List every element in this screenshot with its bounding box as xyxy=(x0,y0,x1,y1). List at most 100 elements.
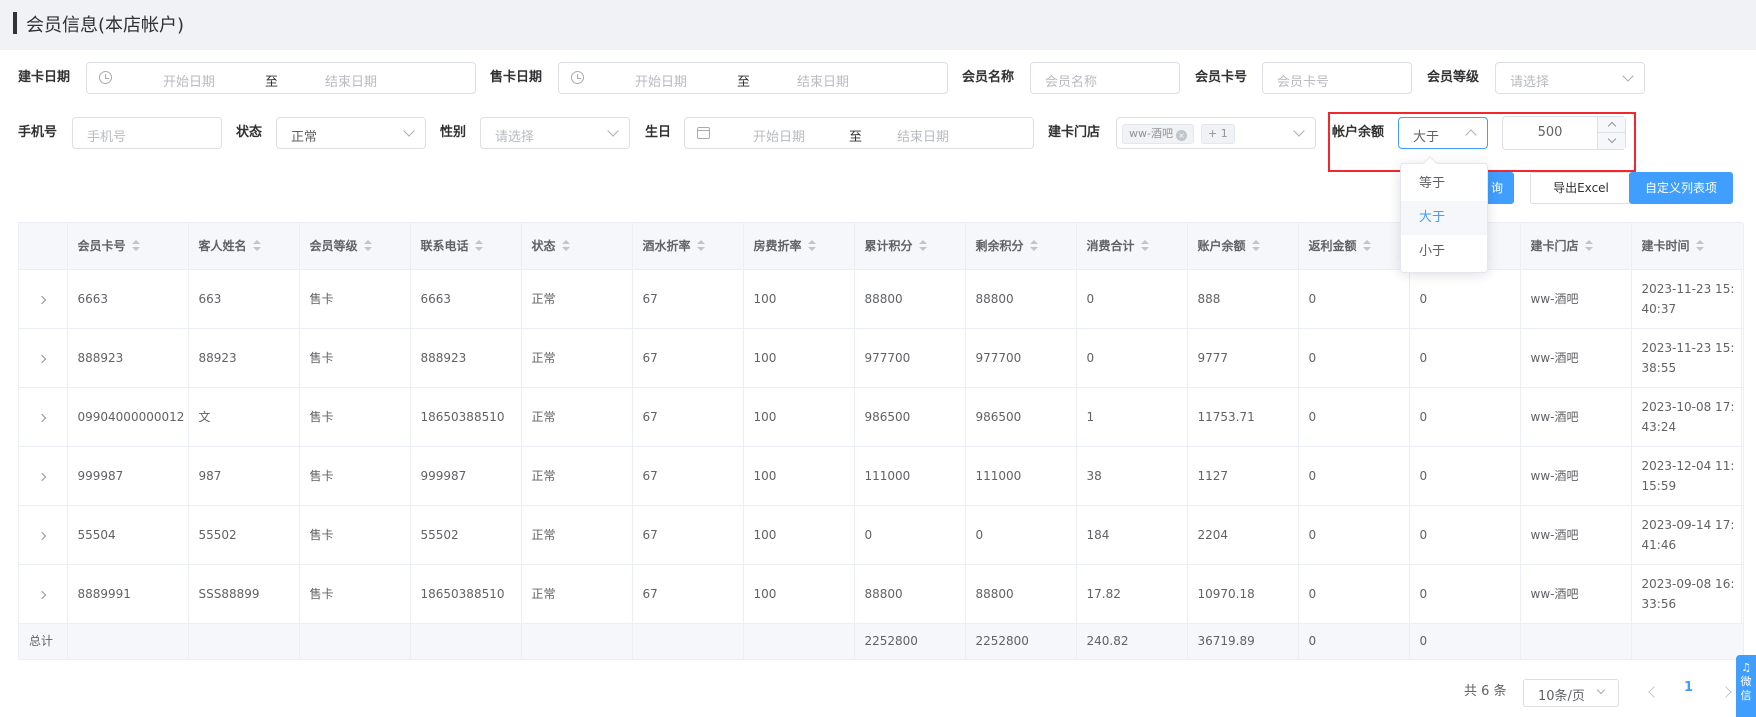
member-level-select[interactable]: 请选择 xyxy=(1495,62,1645,94)
next-page-icon[interactable] xyxy=(1720,686,1732,698)
table-cell: 663 xyxy=(188,269,300,329)
option-greater[interactable]: 大于 xyxy=(1401,201,1487,235)
prev-page-icon[interactable] xyxy=(1648,686,1660,698)
table-cell: 9777 xyxy=(1187,328,1299,388)
clock-icon xyxy=(99,71,112,84)
table-cell: 文 xyxy=(188,387,300,447)
table-cell: 977700 xyxy=(854,328,966,388)
column-header[interactable]: 联系电话 xyxy=(410,223,522,270)
column-header[interactable]: 酒水折率 xyxy=(632,223,744,270)
table-cell: 67 xyxy=(632,446,744,506)
balance-operator-select[interactable]: 大于 xyxy=(1398,117,1488,149)
column-header[interactable]: 客人姓名 xyxy=(188,223,300,270)
sort-icon[interactable] xyxy=(1029,240,1038,252)
column-header[interactable]: 状态 xyxy=(521,223,633,270)
expand-row-icon[interactable] xyxy=(37,590,47,599)
table-cell: ww-酒吧 xyxy=(1520,328,1632,388)
sort-icon[interactable] xyxy=(918,240,927,252)
column-header[interactable]: 累计积分 xyxy=(854,223,966,270)
gender-select[interactable]: 请选择 xyxy=(480,117,630,149)
table-cell: 售卡 xyxy=(299,564,411,624)
column-header[interactable]: 建卡时间 xyxy=(1631,223,1744,270)
table-cell: 0 xyxy=(1298,505,1410,565)
table-cell: ww-酒吧 xyxy=(1520,269,1632,329)
sort-icon[interactable] xyxy=(252,240,261,252)
page-size-select[interactable]: 10条/页 xyxy=(1523,679,1619,707)
operator-dropdown: 等于 大于 小于 xyxy=(1400,155,1488,273)
table-cell: 正常 xyxy=(521,564,633,624)
birthday-range[interactable]: 开始日期 至 结束日期 xyxy=(684,117,1034,149)
column-header[interactable]: 会员等级 xyxy=(299,223,411,270)
create-store-label: 建卡门店 xyxy=(1048,125,1101,140)
increment-button[interactable] xyxy=(1598,117,1626,133)
table-row: 09904000000012 文售卡 18650388510 正常 67 100 98650… xyxy=(19,387,1744,447)
table-cell: 100 xyxy=(743,446,855,506)
create-store-select[interactable]: ww-酒吧 × + 1 xyxy=(1116,117,1316,149)
expand-row-icon[interactable] xyxy=(37,472,47,481)
sort-icon[interactable] xyxy=(131,240,140,252)
sort-icon[interactable] xyxy=(1251,240,1260,252)
table-cell: 0 xyxy=(1409,387,1521,447)
expand-row-icon[interactable] xyxy=(37,531,47,540)
table-row: 8889991 SSS88899 售卡 18650388510 正常 67 100 88800… xyxy=(19,564,1744,624)
phone-input[interactable]: 手机号 xyxy=(72,117,222,149)
table-cell: 2023-11-23 15: 38:55 xyxy=(1631,328,1744,388)
table-cell: 2023-11-23 15: 40:37 xyxy=(1631,269,1744,329)
table-cell: 11753.71 xyxy=(1187,387,1299,447)
option-less[interactable]: 小于 xyxy=(1401,235,1487,269)
sort-icon[interactable] xyxy=(1695,240,1704,252)
table-cell: 2023-10-08 17: 43:24 xyxy=(1631,387,1744,447)
sort-icon[interactable] xyxy=(807,240,816,252)
sort-icon[interactable] xyxy=(1362,240,1371,252)
sort-icon[interactable] xyxy=(561,240,570,252)
sort-icon[interactable] xyxy=(696,240,705,252)
status-select[interactable]: 正常 xyxy=(276,117,426,149)
table-cell: 100 xyxy=(743,328,855,388)
column-header[interactable]: 消费合计 xyxy=(1076,223,1188,270)
table-cell: 999987 xyxy=(410,446,522,506)
table-cell: 100 xyxy=(743,564,855,624)
column-header[interactable]: 账户余额 xyxy=(1187,223,1299,270)
store-tag[interactable]: ww-酒吧 × xyxy=(1122,124,1194,144)
table-cell: 0 xyxy=(1298,269,1410,329)
table-cell: 67 xyxy=(632,387,744,447)
table-cell: 0 xyxy=(1409,328,1521,388)
card-sale-date-range[interactable]: 开始日期 至 结束日期 xyxy=(558,62,948,94)
column-header[interactable]: 返利金额 xyxy=(1298,223,1410,270)
sort-icon[interactable] xyxy=(474,240,483,252)
chevron-down-icon xyxy=(1596,685,1606,695)
sort-icon[interactable] xyxy=(363,240,372,252)
column-header[interactable]: 建卡门店 xyxy=(1520,223,1632,270)
current-page[interactable]: 1 xyxy=(1684,680,1693,695)
column-header[interactable]: 会员卡号 xyxy=(67,223,189,270)
table-cell: 888923 xyxy=(67,328,189,388)
column-header[interactable]: 剩余积分 xyxy=(965,223,1077,270)
table-row: 55504 55502 售卡 55502 正常 67 100 0 0 184 2204 0 0 ww-酒吧… xyxy=(19,505,1744,565)
wechat-widget[interactable]: ♫ 微信 xyxy=(1736,655,1756,717)
sort-icon[interactable] xyxy=(1584,240,1593,252)
member-card-no-input[interactable]: 会员卡号 xyxy=(1262,62,1412,94)
total-label: 总计 xyxy=(19,623,68,659)
table-cell: 88800 xyxy=(854,564,966,624)
option-equal[interactable]: 等于 xyxy=(1401,167,1487,201)
column-header[interactable]: 房费折率 xyxy=(743,223,855,270)
table-cell: 67 xyxy=(632,564,744,624)
table-cell: 6663 xyxy=(410,269,522,329)
decrement-button[interactable] xyxy=(1598,133,1626,149)
card-create-date-range[interactable]: 开始日期 至 结束日期 xyxy=(86,62,476,94)
member-name-input[interactable]: 会员名称 xyxy=(1030,62,1180,94)
table-cell: 0 xyxy=(1076,269,1188,329)
expand-row-icon[interactable] xyxy=(37,413,47,422)
customize-columns-button[interactable]: 自定义列表项 xyxy=(1629,172,1733,204)
table-cell: 0 xyxy=(1298,564,1410,624)
balance-amount-stepper[interactable]: 500 xyxy=(1502,116,1626,150)
close-icon[interactable]: × xyxy=(1175,130,1187,141)
table-cell: 2023-09-14 17: 41:46 xyxy=(1631,505,1744,565)
export-excel-button[interactable]: 导出Excel xyxy=(1530,172,1632,204)
table-cell: 09904000000012 xyxy=(67,387,189,447)
table-cell: 18650388510 xyxy=(410,387,522,447)
table-cell: 售卡 xyxy=(299,446,411,506)
expand-row-icon[interactable] xyxy=(37,295,47,304)
expand-row-icon[interactable] xyxy=(37,354,47,363)
sort-icon[interactable] xyxy=(1140,240,1149,252)
